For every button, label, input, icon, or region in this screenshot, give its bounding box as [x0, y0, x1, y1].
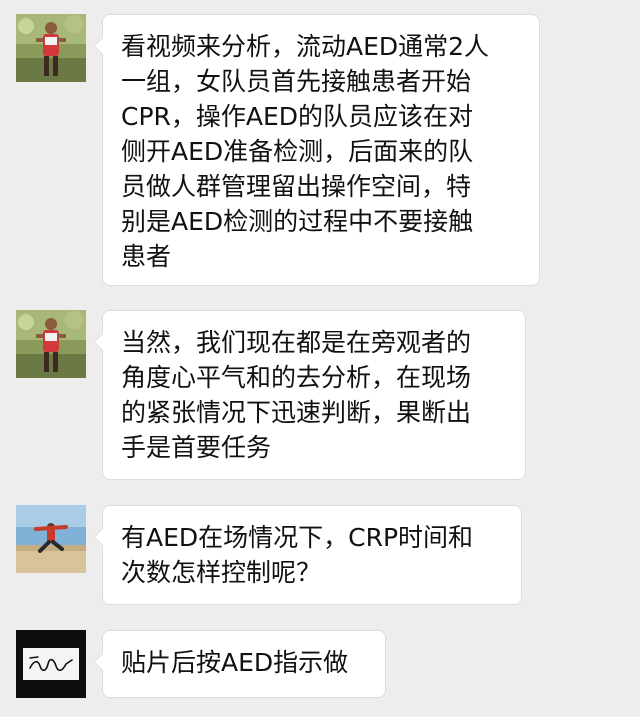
jumping-person-avatar-icon[interactable] [16, 505, 86, 573]
message-text-line: 手是首要任务 [121, 433, 272, 462]
message-text-line: 角度心平气和的去分析，在现场 [121, 363, 472, 392]
message-text-line: 次数怎样控制呢？ [121, 558, 322, 587]
message-text-line: 别是AED检测的过程中不要接触 [121, 207, 474, 236]
message-text-line: 贴片后按AED指示做 [121, 648, 349, 677]
message-text-line: 员做人群管理留出操作空间，特 [121, 172, 472, 201]
message-text-line: 一组，女队员首先接触患者开始 [121, 67, 472, 96]
message-text-line: 有AED在场情况下，CRP时间和 [121, 523, 474, 552]
message-text-line: 患者 [121, 242, 172, 271]
message-text-line: 当然，我们现在都是在旁观者的 [121, 328, 472, 357]
message-bubble: 贴片后按AED指示做 [94, 630, 386, 698]
message-bubble: 看视频来分析，流动AED通常2人 一组，女队员首先接触患者开始 CPR，操作AE… [94, 14, 540, 286]
signature-avatar-icon[interactable] [16, 630, 86, 698]
message-bubble: 有AED在场情况下，CRP时间和 次数怎样控制呢？ [94, 505, 522, 605]
runner-avatar-icon[interactable] [16, 14, 86, 82]
message-bubble: 当然，我们现在都是在旁观者的 角度心平气和的去分析，在现场 的紧张情况下迅速判断… [94, 310, 526, 480]
message-text-line: 的紧张情况下迅速判断，果断出 [121, 398, 472, 427]
message-text-line: 看视频来分析，流动AED通常2人 [121, 32, 490, 61]
message-text-line: CPR，操作AED的队员应该在对 [121, 102, 474, 131]
runner-avatar-icon[interactable] [16, 310, 86, 378]
message-text-line: 侧开AED准备检测，后面来的队 [121, 137, 474, 166]
